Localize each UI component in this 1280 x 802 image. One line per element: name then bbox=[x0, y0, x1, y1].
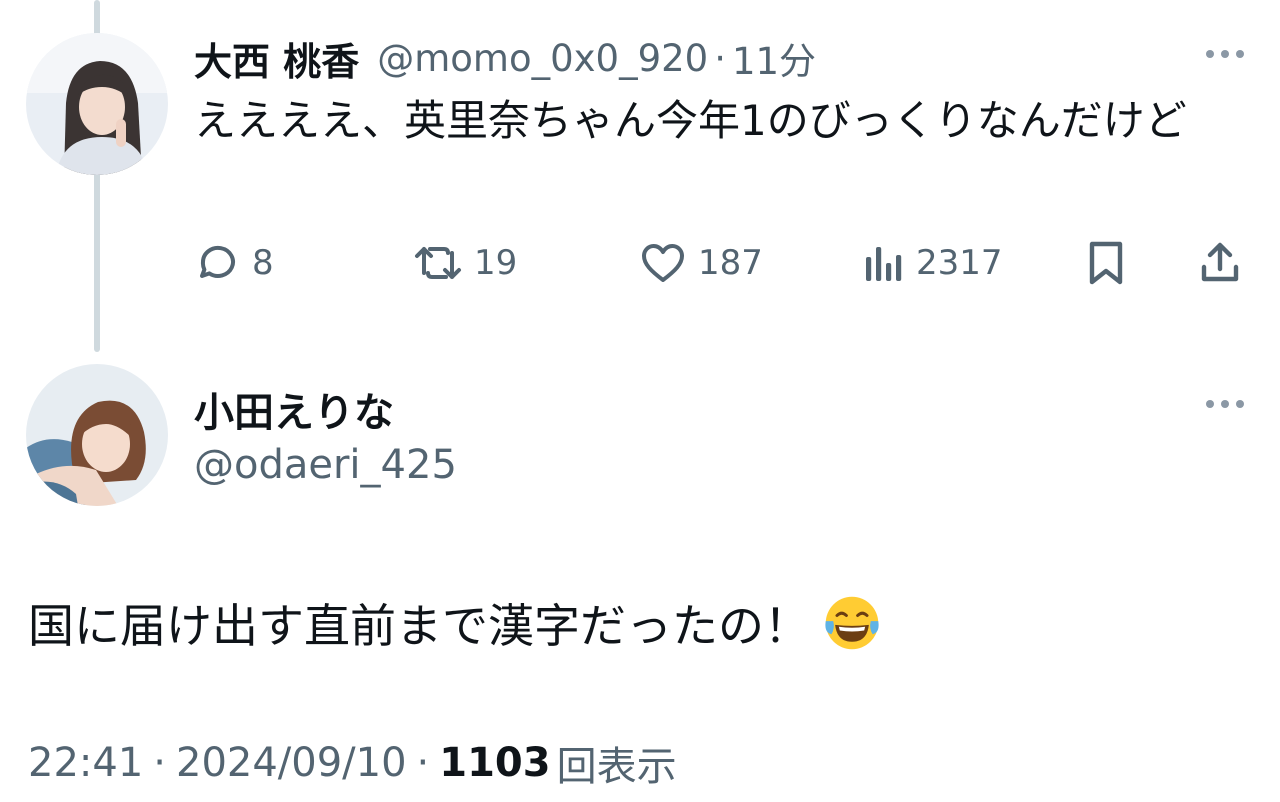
parent-avatar[interactable] bbox=[26, 33, 168, 175]
share-icon bbox=[1201, 242, 1239, 282]
header-separator: · bbox=[714, 36, 726, 80]
reply-tweet-text: 国に届け出す直前まで漢字だったの！ bbox=[28, 599, 810, 653]
bookmark-icon bbox=[1089, 241, 1123, 285]
parent-timestamp[interactable]: 11分 bbox=[732, 31, 816, 85]
retweet-count: 19 bbox=[474, 243, 518, 283]
face-with-tears-of-joy-emoji-icon bbox=[825, 596, 879, 650]
reply-views-label: 回表示 bbox=[556, 744, 677, 790]
reply-count: 8 bbox=[252, 243, 274, 283]
heart-icon bbox=[642, 244, 684, 282]
reply-views-count: 1103 bbox=[439, 740, 551, 786]
reply-display-name[interactable]: 小田えりな bbox=[194, 380, 394, 438]
views-count: 2317 bbox=[916, 243, 1003, 283]
parent-tweet-text: ええええ、英里奈ちゃん今年1のびっくりなんだけど bbox=[194, 96, 1187, 145]
parent-handle[interactable]: @momo_0x0_920 bbox=[377, 37, 708, 80]
reply-time[interactable]: 22:41 bbox=[28, 740, 143, 786]
reply-handle[interactable]: @odaeri_425 bbox=[194, 442, 457, 488]
reply-meta-info: 22:41 · 2024/09/10 · 1103 回表示 bbox=[28, 734, 677, 792]
reply-icon bbox=[200, 245, 235, 278]
like-count: 187 bbox=[698, 243, 763, 283]
parent-tweet-header: 大西 桃香 @momo_0x0_920 · 11分 bbox=[194, 31, 816, 85]
parent-action-bar: 8 19 187 2317 bbox=[194, 236, 1254, 290]
reply-avatar[interactable] bbox=[26, 364, 168, 506]
reply-button[interactable]: 8 bbox=[194, 236, 274, 290]
retweet-icon bbox=[415, 247, 461, 279]
meta-separator-2: · bbox=[416, 740, 430, 786]
parent-more-options-icon[interactable] bbox=[1206, 50, 1244, 58]
reply-more-options-icon[interactable] bbox=[1206, 400, 1244, 408]
views-button[interactable]: 2317 bbox=[862, 236, 1003, 290]
analytics-icon bbox=[866, 247, 902, 281]
share-button[interactable] bbox=[1196, 236, 1244, 290]
parent-display-name[interactable]: 大西 桃香 bbox=[194, 31, 359, 86]
like-button[interactable]: 187 bbox=[638, 236, 763, 290]
meta-separator-1: · bbox=[153, 740, 166, 786]
reply-tweet-body: 国に届け出す直前まで漢字だったの！ bbox=[28, 590, 882, 656]
bookmark-button[interactable] bbox=[1084, 236, 1128, 290]
retweet-button[interactable]: 19 bbox=[412, 236, 517, 290]
reply-date[interactable]: 2024/09/10 bbox=[176, 740, 407, 786]
